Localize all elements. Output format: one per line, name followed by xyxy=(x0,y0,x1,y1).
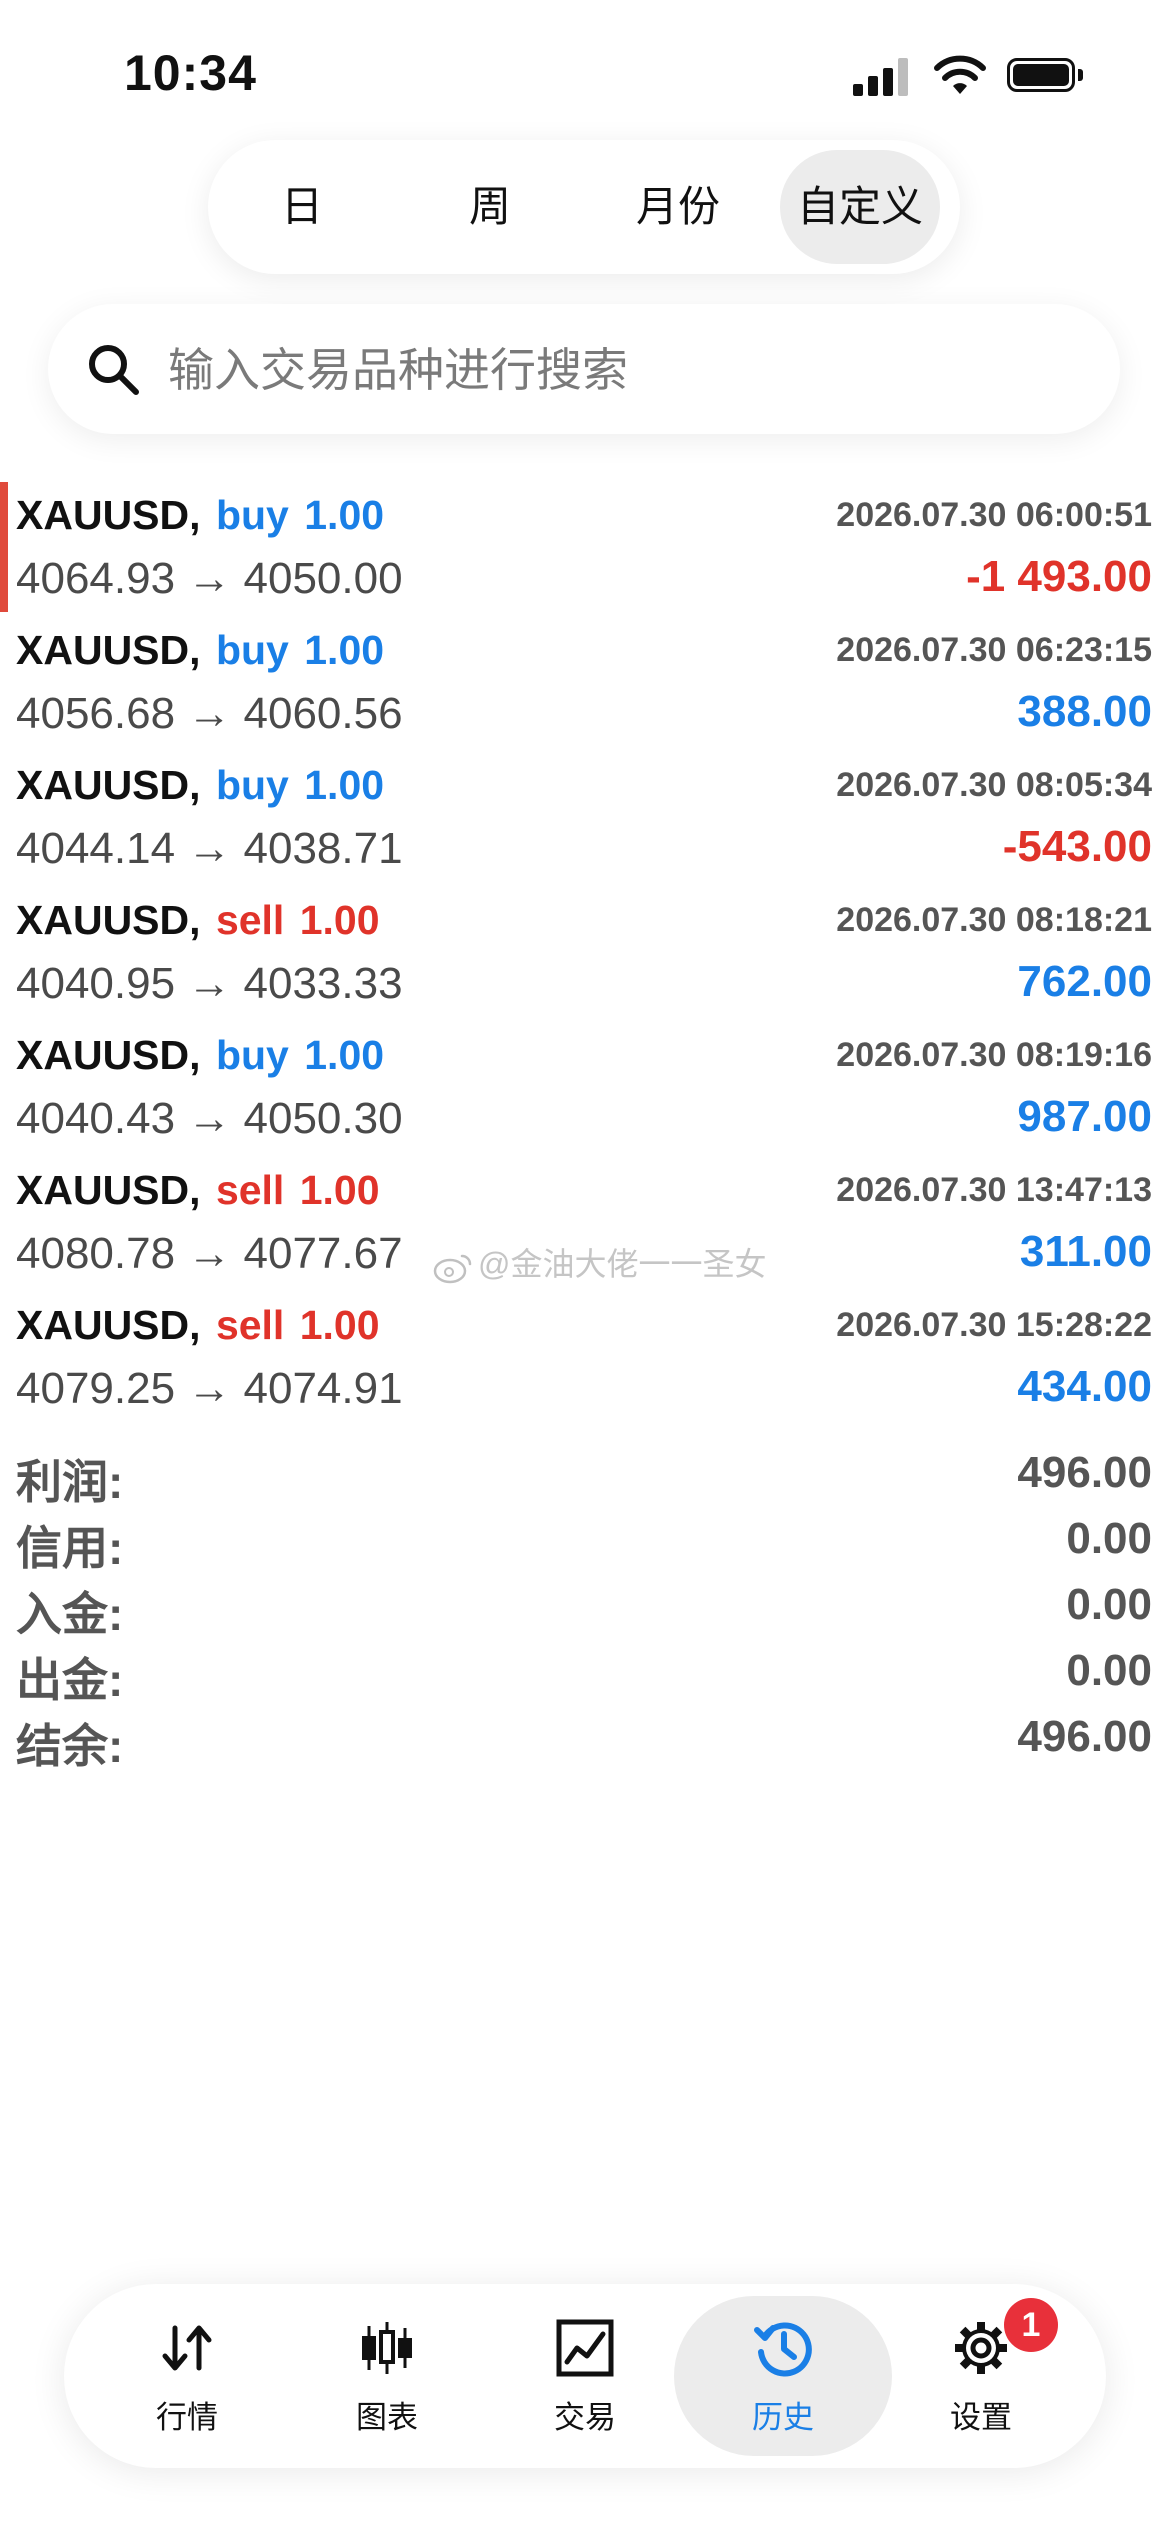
summary-label: 结余: xyxy=(16,1720,124,1772)
trade-prices: 4080.78 → 4077.67 xyxy=(16,1229,403,1278)
summary-label: 信用: xyxy=(16,1522,124,1574)
trade-volume: 1.00 xyxy=(299,1302,380,1348)
nav-label: 图表 xyxy=(356,2400,418,2435)
trade-time: 2026.07.30 08:05:34 xyxy=(836,766,1152,804)
trade-volume: 1.00 xyxy=(304,627,385,673)
summary-label: 利润: xyxy=(16,1456,124,1508)
trade-profit: -1 493.00 xyxy=(966,552,1152,601)
summary-value: 0.00 xyxy=(1066,1580,1152,1629)
trade-prices: 4079.25 → 4074.91 xyxy=(16,1364,403,1413)
trade-prices: 4040.43 → 4050.30 xyxy=(16,1094,403,1143)
trade-volume: 1.00 xyxy=(304,762,385,808)
trade-side: buy xyxy=(215,762,289,808)
summary-label: 出金: xyxy=(16,1654,124,1706)
trade-symbol: XAUUSD, xyxy=(16,1032,201,1078)
trade-row[interactable]: XAUUSD, buy 1.00 2026.07.30 06:23:15 405… xyxy=(0,615,1170,750)
trade-side: sell xyxy=(215,897,285,943)
trade-row[interactable]: XAUUSD, buy 1.00 2026.07.30 08:05:34 404… xyxy=(0,750,1170,885)
tab-day[interactable]: 日 xyxy=(222,150,382,264)
wifi-icon xyxy=(934,55,986,94)
trade-row[interactable]: XAUUSD, buy 1.00 2026.07.30 06:00:51 406… xyxy=(0,480,1170,615)
trade-volume: 1.00 xyxy=(304,1032,385,1078)
trade-volume: 1.00 xyxy=(299,1167,380,1213)
trade-prices: 4056.68 → 4060.56 xyxy=(16,689,403,738)
trade-row[interactable]: XAUUSD, buy 1.00 2026.07.30 08:19:16 404… xyxy=(0,1020,1170,1155)
search-input[interactable] xyxy=(166,334,1070,406)
search-icon xyxy=(89,345,139,395)
trade-prices: 4044.14 → 4038.71 xyxy=(16,824,403,873)
trade-symbol: XAUUSD, xyxy=(16,627,201,673)
nav-item-trade[interactable]: 交易 xyxy=(476,2296,694,2456)
candlestick-chart-icon xyxy=(362,2322,412,2374)
summary-row-credit: 信用: 0.00 xyxy=(0,1506,1170,1574)
trade-side: sell xyxy=(215,1167,285,1213)
period-selector: 日 周 月份 自定义 xyxy=(208,140,960,274)
nav-label: 交易 xyxy=(554,2400,616,2435)
trade-profit: 388.00 xyxy=(1017,687,1152,736)
trade-side: buy xyxy=(215,492,289,538)
battery-icon xyxy=(1007,58,1085,94)
trade-time: 2026.07.30 15:28:22 xyxy=(836,1306,1152,1344)
summary-label: 入金: xyxy=(16,1588,124,1640)
watermark-text: @金油大佬一一圣女 xyxy=(478,1246,767,1282)
tab-month[interactable]: 月份 xyxy=(598,150,758,264)
summary-value: 0.00 xyxy=(1066,1514,1152,1563)
weibo-icon xyxy=(433,1254,472,1283)
summary-row-balance: 结余: 496.00 xyxy=(0,1704,1170,1772)
summary-row-withdrawal: 出金: 0.00 xyxy=(0,1638,1170,1706)
trade-profit: 987.00 xyxy=(1017,1092,1152,1141)
trade-profit: 311.00 xyxy=(1019,1227,1152,1276)
nav-label: 设置 xyxy=(950,2400,1012,2435)
tab-custom[interactable]: 自定义 xyxy=(780,150,940,264)
trade-prices: 4064.93 → 4050.00 xyxy=(16,554,403,603)
trade-prices: 4040.95 → 4033.33 xyxy=(16,959,403,1008)
trade-time: 2026.07.30 13:47:13 xyxy=(836,1171,1152,1209)
trade-profit: -543.00 xyxy=(1002,822,1152,871)
trade-row[interactable]: XAUUSD, sell 1.00 2026.07.30 15:28:22 40… xyxy=(0,1290,1170,1425)
notification-badge: 1 xyxy=(1004,2298,1058,2352)
trade-side: buy xyxy=(215,1032,289,1078)
trade-symbol: XAUUSD, xyxy=(16,492,201,538)
summary-row-profit: 利润: 496.00 xyxy=(0,1440,1170,1508)
trade-time: 2026.07.30 08:18:21 xyxy=(836,901,1152,939)
summary-value: 496.00 xyxy=(1017,1448,1152,1497)
trade-volume: 1.00 xyxy=(304,492,385,538)
search-bar[interactable] xyxy=(48,304,1120,434)
trade-profit: 434.00 xyxy=(1017,1362,1152,1411)
watermark: @金油大佬一一圣女 xyxy=(432,1240,767,1288)
summary-row-deposit: 入金: 0.00 xyxy=(0,1572,1170,1640)
trade-row[interactable]: XAUUSD, sell 1.00 2026.07.30 08:18:21 40… xyxy=(0,885,1170,1020)
trade-symbol: XAUUSD, xyxy=(16,1167,201,1213)
bottom-navigation: 行情 图表 交易 历史 设置 1 xyxy=(64,2284,1106,2468)
account-summary: 利润: 496.00 信用: 0.00 入金: 0.00 出金: 0.00 结余… xyxy=(0,1440,1170,1772)
trade-volume: 1.00 xyxy=(299,897,380,943)
status-time: 10:34 xyxy=(124,45,257,101)
cellular-signal-icon xyxy=(853,58,913,96)
trade-time: 2026.07.30 06:23:15 xyxy=(836,631,1152,669)
status-bar: 10:34 xyxy=(0,0,1170,140)
summary-value: 496.00 xyxy=(1017,1712,1152,1761)
trade-symbol: XAUUSD, xyxy=(16,1302,201,1348)
trade-side: sell xyxy=(215,1302,285,1348)
trade-time: 2026.07.30 08:19:16 xyxy=(836,1036,1152,1074)
trade-side: buy xyxy=(215,627,289,673)
nav-label: 行情 xyxy=(156,2400,218,2435)
history-clock-icon xyxy=(754,2322,812,2377)
gear-icon xyxy=(955,2322,1007,2374)
tab-week[interactable]: 周 xyxy=(410,150,570,264)
trade-line-chart-icon xyxy=(556,2319,614,2377)
nav-item-charts[interactable]: 图表 xyxy=(278,2296,496,2456)
quotes-arrows-icon xyxy=(162,2325,212,2371)
trade-profit: 762.00 xyxy=(1017,957,1152,1006)
nav-label: 历史 xyxy=(752,2400,814,2435)
nav-item-settings[interactable]: 设置 1 xyxy=(872,2296,1090,2456)
nav-item-history[interactable]: 历史 xyxy=(674,2296,892,2456)
trade-symbol: XAUUSD, xyxy=(16,762,201,808)
trade-time: 2026.07.30 06:00:51 xyxy=(836,496,1152,534)
trade-symbol: XAUUSD, xyxy=(16,897,201,943)
summary-value: 0.00 xyxy=(1066,1646,1152,1695)
nav-item-quotes[interactable]: 行情 xyxy=(78,2296,296,2456)
